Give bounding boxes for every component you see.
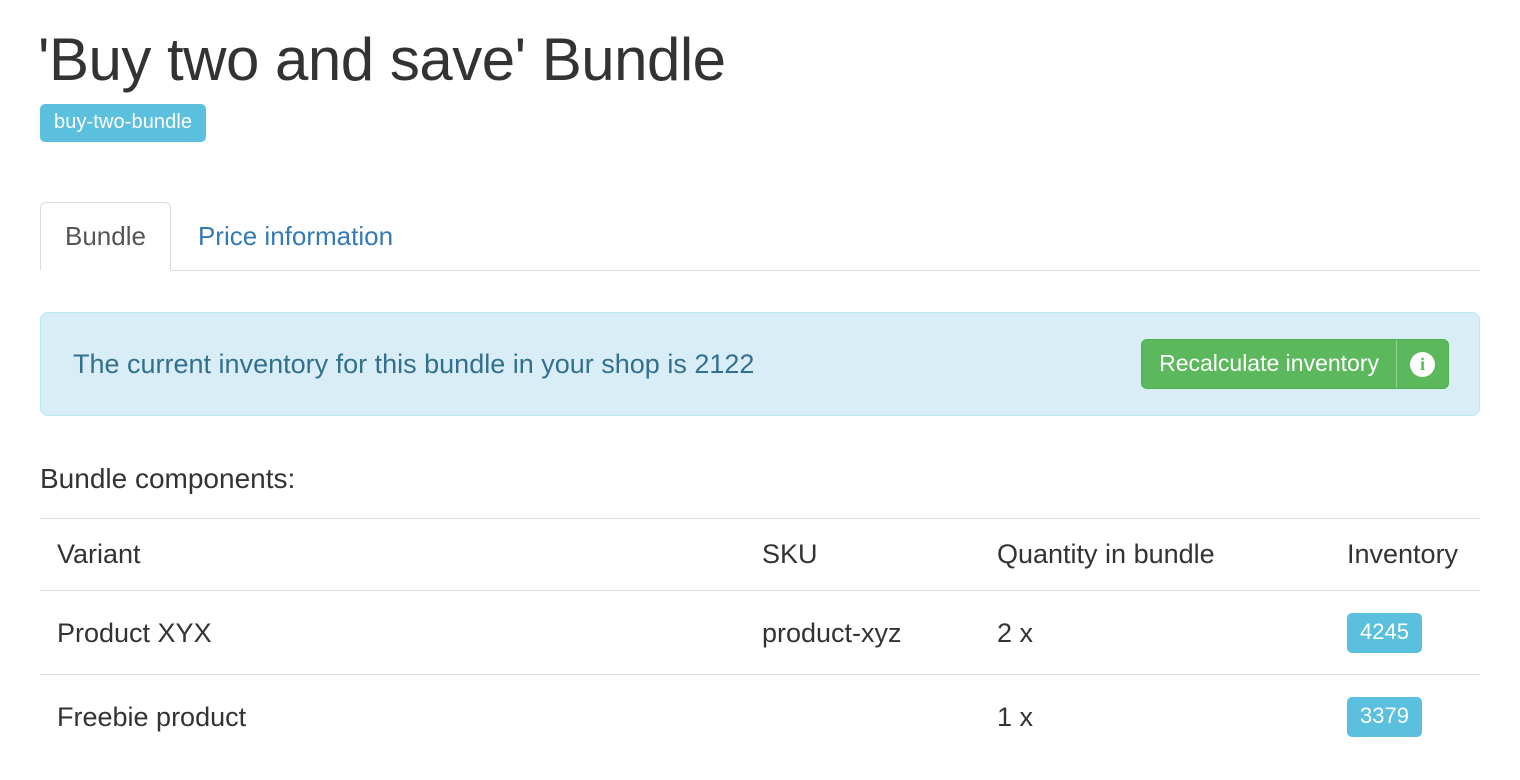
inventory-alert: The current inventory for this bundle in… xyxy=(40,312,1480,416)
cell-quantity: 2 x xyxy=(980,590,1330,675)
column-header-inventory: Inventory xyxy=(1330,518,1480,591)
recalculate-inventory-button[interactable]: Recalculate inventory i xyxy=(1141,339,1449,389)
tab-bundle[interactable]: Bundle xyxy=(40,202,171,271)
cell-quantity: 1 x xyxy=(980,674,1330,758)
recalculate-inventory-label: Recalculate inventory xyxy=(1159,350,1379,376)
table-row: Product XYX product-xyz 2 x 4245 xyxy=(40,590,1480,675)
tab-bar: Bundle Price information xyxy=(0,186,1520,271)
column-header-sku: SKU xyxy=(745,518,980,591)
bundle-components-table: Variant SKU Quantity in bundle Inventory… xyxy=(40,518,1480,758)
cell-variant: Product XYX xyxy=(40,590,745,675)
bundle-detail-page: 'Buy two and save' Bundle buy-two-bundle… xyxy=(0,0,1520,780)
tab-list: Bundle Price information xyxy=(40,186,1480,271)
table-head: Variant SKU Quantity in bundle Inventory xyxy=(40,518,1480,591)
inventory-badge: 3379 xyxy=(1347,697,1422,737)
bundle-components-label: Bundle components: xyxy=(40,463,296,494)
bundle-slug-badge: buy-two-bundle xyxy=(40,104,207,142)
column-header-quantity: Quantity in bundle xyxy=(980,518,1330,591)
page-title: 'Buy two and save' Bundle xyxy=(38,26,726,93)
cell-sku xyxy=(745,674,980,758)
cell-variant: Freebie product xyxy=(40,674,745,758)
cell-sku: product-xyz xyxy=(745,590,980,675)
table-row: Freebie product 1 x 3379 xyxy=(40,674,1480,758)
tab-price-information[interactable]: Price information xyxy=(173,202,418,271)
cell-inventory: 4245 xyxy=(1330,590,1480,675)
table-body: Product XYX product-xyz 2 x 4245 Freebie… xyxy=(40,590,1480,758)
slug-row: buy-two-bundle xyxy=(0,98,1520,142)
info-circle-icon[interactable]: i xyxy=(1397,340,1448,388)
inventory-alert-message: The current inventory for this bundle in… xyxy=(73,349,755,379)
inventory-badge: 4245 xyxy=(1347,613,1422,653)
cell-inventory: 3379 xyxy=(1330,674,1480,758)
info-circle-glyph: i xyxy=(1410,351,1435,377)
bundle-components-table-wrapper: Variant SKU Quantity in bundle Inventory… xyxy=(40,518,1480,758)
column-header-variant: Variant xyxy=(40,518,745,591)
table-header-row: Variant SKU Quantity in bundle Inventory xyxy=(40,518,1480,591)
